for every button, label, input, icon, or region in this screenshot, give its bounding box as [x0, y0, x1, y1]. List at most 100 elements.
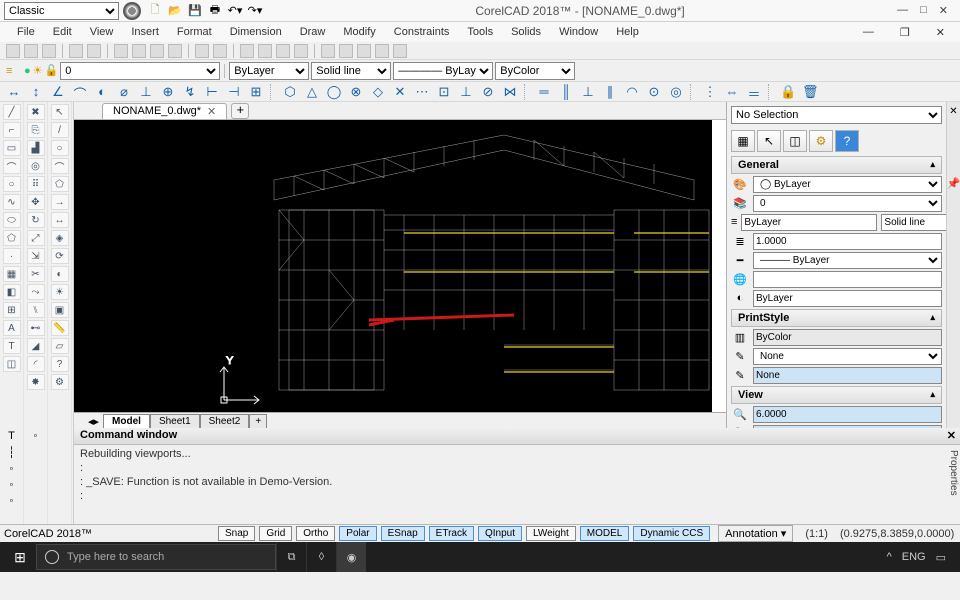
divider-icon[interactable]: ┆ — [8, 446, 15, 459]
inquiry-tool-icon[interactable]: ? — [51, 356, 69, 372]
material-tool-icon[interactable]: ▣ — [51, 302, 69, 318]
render-tool-icon[interactable]: ◐ — [51, 266, 69, 282]
taskbar-search[interactable]: Type here to search — [36, 544, 276, 570]
printcolor-selector[interactable]: ByColor — [495, 62, 575, 80]
layer-manager-icon[interactable]: ≡ — [6, 65, 22, 77]
save-file-icon[interactable] — [42, 44, 56, 58]
fillet-tool-icon[interactable]: ◜ — [27, 356, 45, 372]
extra3-icon[interactable]: ◦ — [10, 495, 14, 507]
zoom-icon[interactable] — [258, 44, 272, 58]
constraint-h-icon[interactable]: ═ — [536, 84, 552, 100]
status-grid[interactable]: Grid — [259, 526, 292, 541]
workspace-selector[interactable]: Classic — [4, 2, 119, 20]
dim-jogged-icon[interactable]: ↯ — [182, 84, 198, 100]
snap-end-icon[interactable]: ⬡ — [282, 84, 298, 100]
selection-combo[interactable]: No Selection — [731, 106, 942, 124]
constraint-conc-icon[interactable]: ◎ — [668, 84, 684, 100]
menu-constraints[interactable]: Constraints — [385, 26, 459, 38]
constraint-coinc-icon[interactable]: ⊙ — [646, 84, 662, 100]
mtext-tool-icon[interactable]: T — [3, 338, 21, 354]
snap-perp-icon[interactable]: ⊥ — [458, 84, 474, 100]
constraint-sym-icon[interactable]: ⇔ — [724, 84, 740, 100]
orbit-tool-icon[interactable]: ⟳ — [51, 248, 69, 264]
print-icon[interactable]: 🖶 — [207, 3, 223, 19]
menu-insert[interactable]: Insert — [122, 26, 168, 38]
command-window-header[interactable]: Command window ✕ — [74, 428, 960, 445]
section-printstyle[interactable]: PrintStyle▴ — [731, 309, 942, 327]
menu-draw[interactable]: Draw — [291, 26, 335, 38]
dim-radius-icon[interactable]: ◐ — [94, 84, 110, 100]
area-tool-icon[interactable]: ▱ — [51, 338, 69, 354]
erase-tool-icon[interactable]: ✖ — [27, 104, 45, 120]
snap-mid-icon[interactable]: △ — [304, 84, 320, 100]
zoom-window-icon[interactable] — [276, 44, 290, 58]
tray-notifications-icon[interactable]: ▭ — [936, 551, 946, 564]
add-layout-button[interactable]: + — [249, 414, 267, 428]
preview-icon[interactable] — [87, 44, 101, 58]
dim-angular-icon[interactable]: ∠ — [50, 84, 66, 100]
menu-dimension[interactable]: Dimension — [221, 26, 291, 38]
lineweight-selector[interactable]: ———— ByLayer — [393, 62, 493, 80]
paste-icon[interactable] — [150, 44, 164, 58]
tool-palette-icon[interactable] — [357, 44, 371, 58]
constraint-tan-icon[interactable]: ◠ — [624, 84, 640, 100]
constraint-fix-icon[interactable]: 🔒 — [780, 84, 796, 100]
join-tool-icon[interactable]: ⊷ — [27, 320, 45, 336]
tab-model[interactable]: Model — [103, 414, 150, 428]
maximize-button[interactable]: □ — [920, 4, 927, 17]
layer-on-icon[interactable]: ● — [24, 65, 31, 77]
poly2-tool-icon[interactable]: ⬠ — [51, 176, 69, 192]
linestyle-selector[interactable]: Solid line — [311, 62, 391, 80]
toggle-icon[interactable]: ⚙ — [809, 130, 833, 152]
hatch-tool-icon[interactable]: ▦ — [3, 266, 21, 282]
dim-baseline-icon[interactable]: ⊢ — [204, 84, 220, 100]
status-lweight[interactable]: LWeight — [526, 526, 576, 541]
minimize-button[interactable]: — — [897, 4, 908, 17]
panel-pin-icon[interactable]: 📌 — [947, 177, 960, 190]
pickadd-icon[interactable]: ◫ — [783, 130, 807, 152]
undo-icon[interactable]: ↶▾ — [227, 3, 243, 19]
break-tool-icon[interactable]: ⑊ — [27, 302, 45, 318]
menu-help[interactable]: Help — [607, 26, 648, 38]
quickselect-icon[interactable]: ▦ — [731, 130, 755, 152]
open-file-icon[interactable] — [24, 44, 38, 58]
line2-tool-icon[interactable]: / — [51, 122, 69, 138]
snap-ins-icon[interactable]: ⊡ — [436, 84, 452, 100]
corelcad-taskbar-icon[interactable]: ◉ — [336, 542, 366, 572]
extra4-icon[interactable]: ◦ — [34, 430, 38, 442]
snap-ext-icon[interactable]: ⋯ — [414, 84, 430, 100]
layer-selector[interactable]: 0 — [60, 62, 220, 80]
status-polar[interactable]: Polar — [339, 526, 376, 541]
save-icon[interactable]: 💾 — [187, 3, 203, 19]
dim-tolerance-icon[interactable]: ⊞ — [248, 84, 264, 100]
array-tool-icon[interactable]: ⠿ — [27, 176, 45, 192]
linestyle-field-b[interactable] — [881, 214, 946, 231]
polyline-tool-icon[interactable]: ⌐ — [3, 122, 21, 138]
menu-file[interactable]: File — [8, 26, 44, 38]
mirror-tool-icon[interactable]: ▟ — [27, 140, 45, 156]
close-tab-icon[interactable]: ✕ — [207, 105, 216, 118]
xline-tool-icon[interactable]: ↔ — [51, 212, 69, 228]
dim-aligned-icon[interactable]: ↕ — [28, 84, 44, 100]
cut-icon[interactable] — [114, 44, 128, 58]
scale-field[interactable] — [753, 233, 942, 250]
weight-field[interactable]: ——— ByLayer — [753, 252, 942, 269]
layer-freeze-icon[interactable]: ☀ — [33, 64, 43, 77]
constraint-par-icon[interactable]: ∥ — [602, 84, 618, 100]
chamfer-tool-icon[interactable]: ◢ — [27, 338, 45, 354]
snap-quad-icon[interactable]: ◇ — [370, 84, 386, 100]
status-qinput[interactable]: QInput — [478, 526, 522, 541]
arc-tool-icon[interactable]: ⌒ — [3, 158, 21, 174]
view-x-field[interactable] — [753, 406, 942, 423]
snap-tan-icon[interactable]: ⊘ — [480, 84, 496, 100]
printstyle1-field[interactable]: None — [753, 348, 942, 365]
snap-near-icon[interactable]: ⋈ — [502, 84, 518, 100]
close-button[interactable]: ✕ — [939, 4, 948, 17]
point-tool-icon[interactable]: · — [3, 248, 21, 264]
status-esnap[interactable]: ESnap — [381, 526, 425, 541]
document-tab[interactable]: NONAME_0.dwg* ✕ — [102, 103, 227, 119]
circle-tool-icon[interactable]: ○ — [3, 176, 21, 192]
redo-icon[interactable] — [213, 44, 227, 58]
quickcalc-icon[interactable] — [393, 44, 407, 58]
rotate-tool-icon[interactable]: ↻ — [27, 212, 45, 228]
